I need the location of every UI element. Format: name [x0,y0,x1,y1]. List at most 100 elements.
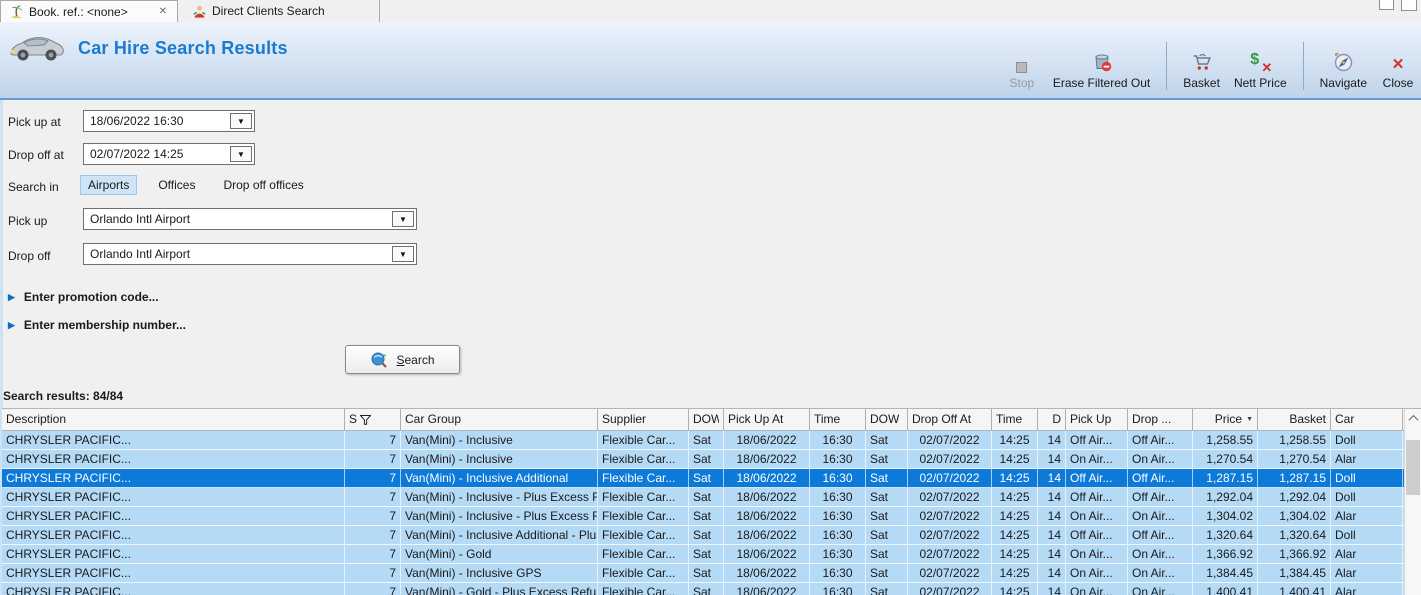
promotion-code-expander[interactable]: ▶ Enter promotion code... [8,290,159,304]
table-cell: Sat [689,469,724,487]
tab-close-icon[interactable]: ✕ [157,6,169,18]
table-cell: 02/07/2022 [908,450,992,468]
table-row[interactable]: CHRYSLER PACIFIC... 7 Van(Mini) - Inclusiv… [2,507,1404,526]
column-header[interactable]: S [345,409,401,430]
scroll-up-button[interactable] [1405,409,1421,428]
window-maximize-icon[interactable] [1401,0,1417,11]
column-header-label: Time [814,412,841,426]
column-header[interactable]: Pick Up At [724,409,810,430]
table-cell: 14 [1038,564,1066,582]
table-cell: Van(Mini) - Gold - Plus Excess Refund [401,583,598,595]
table-cell: 16:30 [810,564,866,582]
table-cell: Off Air... [1128,469,1193,487]
column-header[interactable]: Car Group [401,409,598,430]
basket-button[interactable]: Basket [1183,51,1220,90]
filter-icon [360,414,372,425]
table-cell: On Air... [1066,545,1128,563]
table-row[interactable]: CHRYSLER PACIFIC... 7 Van(Mini) - Inclusiv… [2,469,1404,488]
table-cell: 1,287.15 [1258,469,1331,487]
column-header-label: DOW [693,412,719,426]
column-header[interactable]: DOW [866,409,908,430]
stop-icon [1016,51,1028,73]
membership-number-expander[interactable]: ▶ Enter membership number... [8,318,186,332]
stop-button[interactable]: Stop [1005,51,1039,90]
search-in-option-dropoff-offices[interactable]: Drop off offices [216,176,310,194]
table-row[interactable]: CHRYSLER PACIFIC... 7 Van(Mini) - Gold Flex… [2,545,1404,564]
pickup-location-combo[interactable]: Orlando Intl Airport ▼ [83,208,417,230]
tab-booking-ref[interactable]: Book. ref.: <none> ✕ [0,0,178,22]
table-row[interactable]: CHRYSLER PACIFIC... 7 Van(Mini) - Inclusiv… [2,450,1404,469]
toolbar-separator [1166,42,1168,90]
tab-direct-clients-search[interactable]: Direct Clients Search [184,0,380,22]
table-cell: CHRYSLER PACIFIC... [2,450,345,468]
dropdown-arrow-icon[interactable]: ▼ [230,146,252,162]
table-cell: Doll [1331,526,1403,544]
table-cell: 1,258.55 [1193,431,1258,449]
dropdown-arrow-icon[interactable]: ▼ [230,113,252,129]
results-summary: Search results: 84/84 [3,389,124,403]
column-header-label: Price [1214,412,1243,426]
table-cell: 02/07/2022 [908,431,992,449]
pickup-location-value: Orlando Intl Airport [90,212,191,226]
table-cell: Flexible Car... [598,583,689,595]
basket-cart-icon [1191,51,1213,73]
column-header[interactable]: Supplier [598,409,689,430]
column-header[interactable]: Description [2,409,345,430]
column-header[interactable]: Pick Up [1066,409,1128,430]
table-cell: CHRYSLER PACIFIC... [2,526,345,544]
dropoff-location-combo[interactable]: Orlando Intl Airport ▼ [83,243,417,265]
table-cell: Sat [866,564,908,582]
table-cell: Off Air... [1066,488,1128,506]
search-button[interactable]: Search [345,345,460,374]
table-row[interactable]: CHRYSLER PACIFIC... 7 Van(Mini) - Inclusiv… [2,488,1404,507]
tab-bar: Book. ref.: <none> ✕ Direct Clients Sear… [0,0,1421,22]
pickup-at-datetime-combo[interactable]: 18/06/2022 16:30 ▼ [83,110,255,132]
table-row[interactable]: CHRYSLER PACIFIC... 7 Van(Mini) - Inclusiv… [2,564,1404,583]
column-header[interactable]: Car [1331,409,1403,430]
table-row[interactable]: CHRYSLER PACIFIC... 7 Van(Mini) - Gold - P… [2,583,1404,595]
table-cell: On Air... [1128,564,1193,582]
table-cell: Off Air... [1128,526,1193,544]
search-in-label: Search in [8,180,59,194]
table-cell: 14 [1038,488,1066,506]
table-cell: Off Air... [1066,431,1128,449]
navigate-button[interactable]: Navigate [1320,51,1367,90]
vertical-scrollbar[interactable] [1404,409,1421,595]
column-header[interactable]: Time [992,409,1038,430]
search-in-option-offices[interactable]: Offices [151,176,202,194]
table-cell: 1,384.45 [1258,564,1331,582]
table-cell: 1,304.02 [1193,507,1258,525]
search-in-option-airports[interactable]: Airports [80,175,138,195]
dropdown-arrow-icon[interactable]: ▼ [392,246,414,262]
table-row[interactable]: CHRYSLER PACIFIC... 7 Van(Mini) - Inclusiv… [2,526,1404,545]
window-restore-icon[interactable] [1379,0,1394,10]
table-cell: 1,270.54 [1193,450,1258,468]
column-header[interactable]: DOW [689,409,724,430]
scrollbar-thumb[interactable] [1406,440,1420,495]
close-icon: ✕ [1391,56,1405,73]
table-cell: 18/06/2022 [724,583,810,595]
close-button[interactable]: ✕ Close [1381,51,1415,91]
table-cell: Alar [1331,450,1403,468]
table-cell: Van(Mini) - Gold [401,545,598,563]
table-cell: Alar [1331,507,1403,525]
table-cell: 14 [1038,450,1066,468]
table-row[interactable]: CHRYSLER PACIFIC... 7 Van(Mini) - Inclusiv… [2,431,1404,450]
table-cell: CHRYSLER PACIFIC... [2,564,345,582]
client-person-icon [192,4,207,19]
dropdown-arrow-icon[interactable]: ▼ [392,211,414,227]
column-header[interactable]: Price ▼ [1193,409,1258,430]
nett-price-button[interactable]: $ ✕ Nett Price [1234,51,1287,90]
column-header[interactable]: Drop Off At [908,409,992,430]
table-cell: CHRYSLER PACIFIC... [2,507,345,525]
column-header-label: Pick Up [1070,412,1112,426]
table-cell: 1,366.92 [1193,545,1258,563]
column-header[interactable]: D [1038,409,1066,430]
column-header[interactable]: Basket [1258,409,1331,430]
erase-filtered-out-button[interactable]: Erase Filtered Out [1053,51,1150,90]
table-cell: Off Air... [1066,526,1128,544]
dropoff-at-datetime-combo[interactable]: 02/07/2022 14:25 ▼ [83,143,255,165]
column-header[interactable]: Time [810,409,866,430]
column-header[interactable]: Drop ... [1128,409,1193,430]
table-cell: 14:25 [992,469,1038,487]
